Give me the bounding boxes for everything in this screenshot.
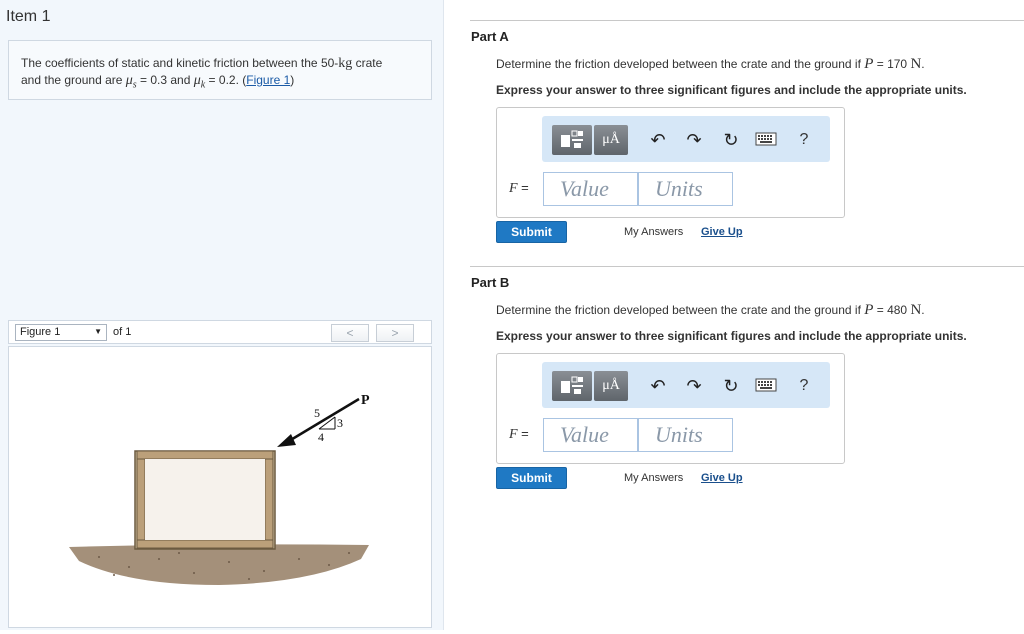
crate-right-board bbox=[264, 458, 274, 541]
reset-icon[interactable]: ↻ bbox=[719, 128, 743, 152]
slope-label-run: 4 bbox=[318, 430, 324, 444]
question-value: = 480 bbox=[873, 303, 911, 317]
figure-count: of 1 bbox=[113, 326, 132, 338]
part-a-title: Part A bbox=[471, 29, 509, 44]
question-text: Determine the friction developed between… bbox=[496, 57, 865, 71]
part-divider bbox=[470, 20, 1024, 21]
part-divider bbox=[470, 266, 1024, 267]
keyboard-glyph bbox=[755, 132, 777, 146]
crate-diagram: P 5 3 4 bbox=[69, 393, 370, 585]
figure-select-value: Figure 1 bbox=[20, 326, 61, 338]
redo-icon[interactable]: ↷ bbox=[682, 128, 706, 152]
force-label: P bbox=[361, 393, 370, 408]
question-text: Determine the friction developed between… bbox=[496, 303, 865, 317]
crate-bottom-board bbox=[136, 539, 274, 549]
undo-icon[interactable]: ↶ bbox=[646, 128, 670, 152]
templates-icon bbox=[561, 130, 583, 148]
crate-face bbox=[145, 459, 265, 540]
help-icon[interactable]: ? bbox=[792, 374, 816, 398]
undo-icon[interactable]: ↶ bbox=[646, 374, 670, 398]
units-button[interactable]: μÅ bbox=[594, 125, 628, 155]
value-input[interactable]: Value bbox=[543, 418, 638, 452]
force-unit: N bbox=[910, 302, 922, 318]
mass-unit: kg bbox=[338, 56, 353, 71]
close-paren: ) bbox=[290, 73, 295, 87]
problem-statement: The coefficients of static and kinetic f… bbox=[8, 40, 432, 100]
slope-label-rise: 3 bbox=[337, 416, 343, 430]
part-b-answer-box: μÅ ↶ ↷ ↻ ? F = Value Units bbox=[496, 353, 845, 464]
figure-link[interactable]: Figure 1 bbox=[246, 73, 290, 87]
help-icon[interactable]: ? bbox=[792, 128, 816, 152]
math-toolbar: μÅ ↶ ↷ ↻ ? bbox=[542, 362, 830, 408]
variable-symbol: F bbox=[509, 427, 518, 442]
answer-variable: F = bbox=[509, 426, 529, 443]
keyboard-icon[interactable] bbox=[754, 374, 778, 398]
templates-button[interactable] bbox=[552, 125, 592, 155]
force-arrow-shaft bbox=[288, 397, 360, 443]
force-arrow-head bbox=[277, 434, 296, 447]
my-answers-link[interactable]: My Answers bbox=[624, 472, 683, 484]
units-input[interactable]: Units bbox=[638, 172, 733, 206]
part-b-question: Determine the friction developed between… bbox=[496, 302, 925, 319]
right-pane: Part A Determine the friction developed … bbox=[444, 0, 1024, 630]
problem-text: crate bbox=[352, 56, 383, 70]
keyboard-glyph bbox=[755, 378, 777, 392]
question-value: = 170 bbox=[873, 57, 911, 71]
figure-nav-bar: Figure 1 ▼ of 1 < > bbox=[8, 320, 432, 344]
my-answers-link[interactable]: My Answers bbox=[624, 226, 683, 238]
answer-variable: F = bbox=[509, 180, 529, 197]
crate-left-board bbox=[136, 458, 146, 541]
figure-area: P 5 3 4 bbox=[8, 346, 432, 628]
slope-label-hyp: 5 bbox=[314, 406, 320, 420]
dropdown-arrow-icon: ▼ bbox=[94, 327, 102, 336]
part-b-title: Part B bbox=[471, 275, 510, 290]
templates-button[interactable] bbox=[552, 371, 592, 401]
variable-equals: = bbox=[517, 180, 529, 195]
force-unit: N bbox=[910, 56, 922, 72]
question-period: . bbox=[921, 57, 925, 71]
units-input[interactable]: Units bbox=[638, 418, 733, 452]
figure-select[interactable]: Figure 1 ▼ bbox=[15, 324, 107, 341]
give-up-link[interactable]: Give Up bbox=[701, 472, 743, 484]
part-a-question: Determine the friction developed between… bbox=[496, 56, 925, 73]
units-button[interactable]: μÅ bbox=[594, 371, 628, 401]
submit-button[interactable]: Submit bbox=[496, 221, 567, 243]
redo-icon[interactable]: ↷ bbox=[682, 374, 706, 398]
value-input[interactable]: Value bbox=[543, 172, 638, 206]
variable-symbol: F bbox=[509, 181, 518, 196]
reset-icon[interactable]: ↻ bbox=[719, 374, 743, 398]
part-a-instruction: Express your answer to three significant… bbox=[496, 83, 967, 97]
give-up-link[interactable]: Give Up bbox=[701, 226, 743, 238]
next-figure-button[interactable]: > bbox=[376, 324, 414, 342]
mu-k-symbol: μ bbox=[193, 73, 201, 88]
question-period: . bbox=[921, 303, 925, 317]
problem-text: The coefficients of static and kinetic f… bbox=[21, 56, 339, 70]
variable-equals: = bbox=[517, 426, 529, 441]
left-pane: Item 1 The coefficients of static and ki… bbox=[0, 0, 444, 630]
problem-text: and the ground are bbox=[21, 73, 126, 87]
prev-figure-button[interactable]: < bbox=[331, 324, 369, 342]
mu-k-value: = 0.2. ( bbox=[205, 73, 247, 87]
part-b-instruction: Express your answer to three significant… bbox=[496, 329, 967, 343]
submit-button[interactable]: Submit bbox=[496, 467, 567, 489]
part-a-answer-box: μÅ ↶ ↷ ↻ ? F = Value Units bbox=[496, 107, 845, 218]
mu-s-symbol: μ bbox=[125, 73, 133, 88]
ground-surface bbox=[69, 544, 369, 585]
mu-s-value: = 0.3 and bbox=[136, 73, 194, 87]
math-toolbar: μÅ ↶ ↷ ↻ ? bbox=[542, 116, 830, 162]
item-title: Item 1 bbox=[6, 8, 51, 25]
templates-icon bbox=[561, 376, 583, 394]
crate-top-board bbox=[136, 450, 274, 460]
keyboard-icon[interactable] bbox=[754, 128, 778, 152]
